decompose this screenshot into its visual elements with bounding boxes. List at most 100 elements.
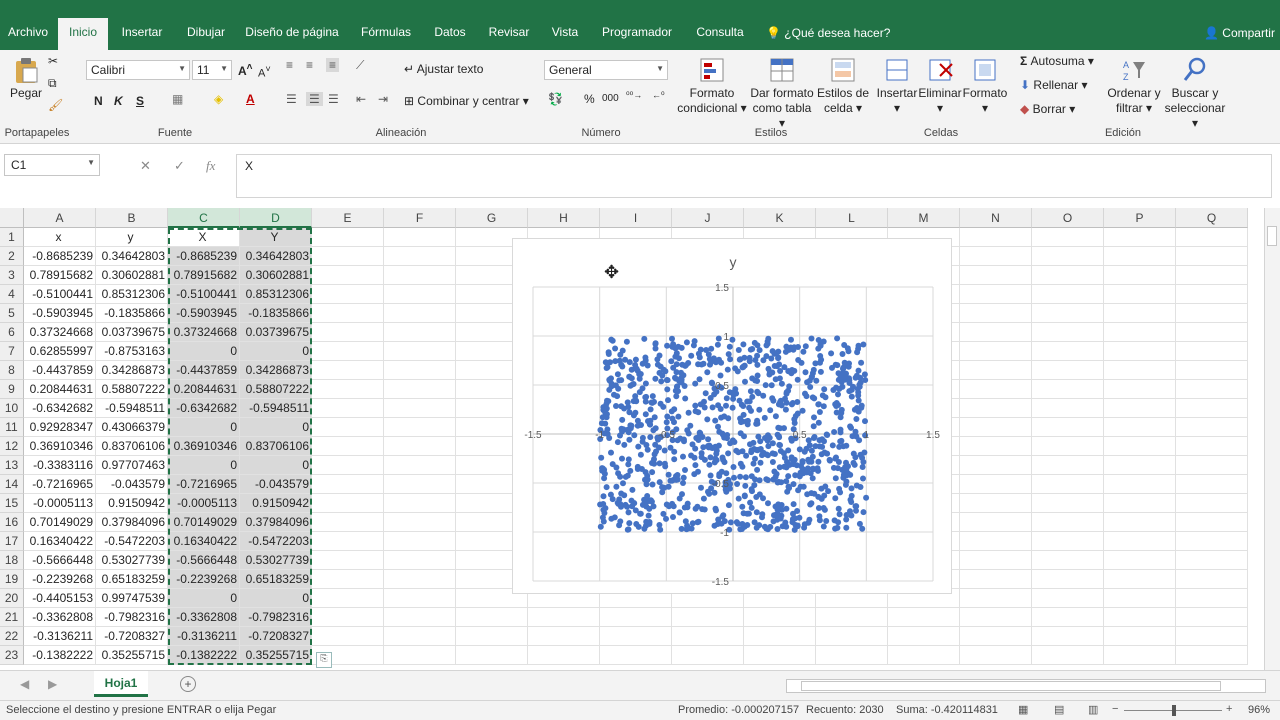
cell[interactable]: [960, 399, 1032, 418]
cell[interactable]: [312, 532, 384, 551]
zoom-in-icon[interactable]: +: [1226, 703, 1232, 715]
page-layout-icon[interactable]: ▤: [1054, 703, 1064, 716]
row-header[interactable]: 18: [0, 551, 24, 570]
cell[interactable]: [456, 627, 528, 646]
cell[interactable]: -0.2239268: [24, 570, 96, 589]
cell[interactable]: [1032, 228, 1104, 247]
cell[interactable]: -0.0005113: [168, 494, 240, 513]
row-header[interactable]: 21: [0, 608, 24, 627]
cell[interactable]: [1176, 399, 1248, 418]
wrap-text-button[interactable]: ↵ Ajustar texto: [404, 62, 483, 76]
cell[interactable]: [1032, 380, 1104, 399]
tab-insertar[interactable]: Insertar: [114, 18, 170, 50]
cell[interactable]: 0.78915682: [24, 266, 96, 285]
cell[interactable]: [1104, 418, 1176, 437]
cell[interactable]: -0.043579: [240, 475, 312, 494]
cell[interactable]: [1176, 323, 1248, 342]
normal-view-icon[interactable]: ▦: [1018, 703, 1028, 716]
cell[interactable]: [960, 437, 1032, 456]
select-all-corner[interactable]: [0, 208, 24, 228]
cell[interactable]: -0.3136211: [24, 627, 96, 646]
cell[interactable]: [1176, 247, 1248, 266]
row-header[interactable]: 11: [0, 418, 24, 437]
align-left-icon[interactable]: ☰: [286, 92, 297, 106]
align-center-icon[interactable]: ☰: [306, 92, 323, 106]
cell[interactable]: 0: [168, 342, 240, 361]
cell[interactable]: 0.92928347: [24, 418, 96, 437]
cell[interactable]: [1032, 418, 1104, 437]
sheet-prev-icon[interactable]: ◀: [20, 677, 29, 691]
orientation-icon[interactable]: ⟋: [356, 58, 364, 73]
cell[interactable]: [312, 608, 384, 627]
cell[interactable]: [888, 608, 960, 627]
cell[interactable]: 0: [168, 418, 240, 437]
row-header[interactable]: 4: [0, 285, 24, 304]
cell[interactable]: [1104, 228, 1176, 247]
cell[interactable]: -0.1382222: [24, 646, 96, 665]
cell[interactable]: [1176, 361, 1248, 380]
cell[interactable]: [384, 608, 456, 627]
cell[interactable]: -0.7208327: [240, 627, 312, 646]
cell[interactable]: [312, 399, 384, 418]
cell[interactable]: [384, 342, 456, 361]
vertical-scrollbar[interactable]: [1264, 208, 1280, 670]
cell[interactable]: [1104, 247, 1176, 266]
cell[interactable]: [1176, 456, 1248, 475]
align-top-icon[interactable]: ≡: [286, 58, 293, 72]
cell[interactable]: 0.70149029: [168, 513, 240, 532]
cell[interactable]: [384, 513, 456, 532]
cell[interactable]: -0.1835866: [96, 304, 168, 323]
cell[interactable]: [1176, 570, 1248, 589]
format-as-table-button[interactable]: Dar formato como tabla ▾: [748, 56, 816, 131]
italic-icon[interactable]: K: [114, 94, 123, 108]
cell[interactable]: [1104, 361, 1176, 380]
merge-center-button[interactable]: ⊞ Combinar y centrar ▾: [404, 94, 529, 108]
cell[interactable]: 0.20844631: [168, 380, 240, 399]
cell[interactable]: [312, 361, 384, 380]
tab-formulas[interactable]: Fórmulas: [354, 18, 418, 50]
copy-icon[interactable]: ⧉: [48, 76, 57, 91]
cell[interactable]: [1176, 532, 1248, 551]
delete-cells-button[interactable]: Eliminar ▾: [918, 56, 962, 116]
cell[interactable]: [1176, 551, 1248, 570]
sheet-tab-hoja1[interactable]: Hoja1: [94, 671, 148, 697]
cell[interactable]: [672, 646, 744, 665]
cell[interactable]: [1176, 589, 1248, 608]
cell[interactable]: 0.85312306: [240, 285, 312, 304]
cell[interactable]: -0.7208327: [96, 627, 168, 646]
cell[interactable]: [1104, 494, 1176, 513]
cell[interactable]: x: [24, 228, 96, 247]
cell[interactable]: [312, 342, 384, 361]
cell[interactable]: [1104, 437, 1176, 456]
cell[interactable]: [1104, 513, 1176, 532]
currency-icon[interactable]: 💱: [548, 92, 563, 106]
cell[interactable]: [312, 418, 384, 437]
cell[interactable]: -0.7982316: [240, 608, 312, 627]
cell[interactable]: 0.9150942: [96, 494, 168, 513]
cell[interactable]: 0.30602881: [96, 266, 168, 285]
cell[interactable]: -0.4405153: [24, 589, 96, 608]
add-sheet-icon[interactable]: +: [180, 676, 196, 692]
cell[interactable]: [1104, 589, 1176, 608]
cell[interactable]: -0.5948511: [240, 399, 312, 418]
formula-input[interactable]: X: [236, 154, 1272, 198]
cell[interactable]: 0.37984096: [240, 513, 312, 532]
tab-datos[interactable]: Datos: [428, 18, 472, 50]
cell[interactable]: [960, 418, 1032, 437]
cell[interactable]: 0: [240, 342, 312, 361]
cell[interactable]: [312, 475, 384, 494]
decrease-indent-icon[interactable]: ⇤: [356, 92, 366, 106]
cell[interactable]: 0.34642803: [96, 247, 168, 266]
column-header-l[interactable]: L: [816, 208, 888, 228]
cell[interactable]: -0.3362808: [168, 608, 240, 627]
row-header[interactable]: 14: [0, 475, 24, 494]
cell[interactable]: -0.2239268: [168, 570, 240, 589]
cell[interactable]: 0.34642803: [240, 247, 312, 266]
cell[interactable]: [960, 323, 1032, 342]
row-header[interactable]: 10: [0, 399, 24, 418]
column-header-a[interactable]: A: [24, 208, 96, 228]
column-header-q[interactable]: Q: [1176, 208, 1248, 228]
cell[interactable]: [1104, 266, 1176, 285]
cell[interactable]: [744, 627, 816, 646]
zoom-out-icon[interactable]: −: [1112, 703, 1118, 715]
